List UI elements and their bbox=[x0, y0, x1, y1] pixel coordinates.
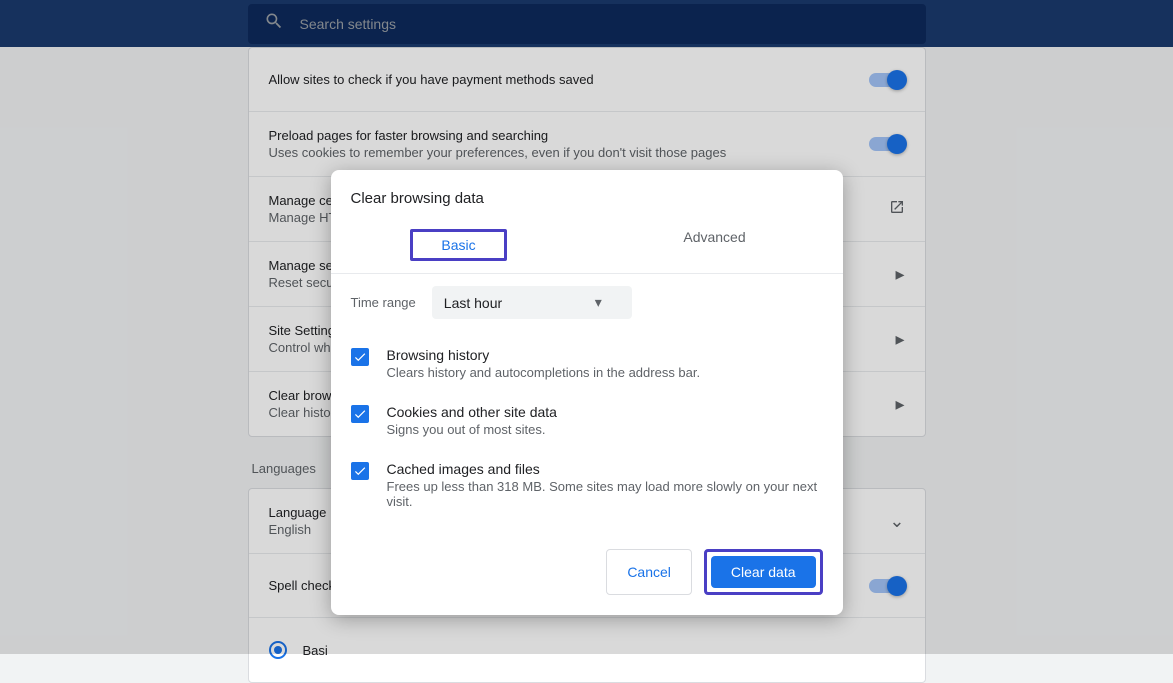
checkbox-history[interactable] bbox=[351, 348, 369, 366]
time-range-row: Time range Last hour ▾ bbox=[351, 286, 823, 319]
tab-basic-label: Basic bbox=[410, 229, 506, 261]
check-subtitle: Frees up less than 318 MB. Some sites ma… bbox=[387, 479, 823, 509]
dialog-body: Time range Last hour ▾ Browsing history … bbox=[331, 274, 843, 533]
clear-browsing-dialog: Clear browsing data Basic Advanced Time … bbox=[331, 170, 843, 615]
tab-basic[interactable]: Basic bbox=[331, 217, 587, 273]
time-range-value: Last hour bbox=[444, 295, 502, 311]
dialog-title: Clear browsing data bbox=[331, 170, 843, 217]
clear-data-button[interactable]: Clear data bbox=[711, 556, 816, 588]
checkbox-cookies[interactable] bbox=[351, 405, 369, 423]
checkbox-row-history: Browsing history Clears history and auto… bbox=[351, 335, 823, 392]
check-title: Browsing history bbox=[387, 347, 823, 363]
clear-data-highlight: Clear data bbox=[704, 549, 823, 595]
cancel-button[interactable]: Cancel bbox=[606, 549, 692, 595]
check-title: Cookies and other site data bbox=[387, 404, 823, 420]
time-range-label: Time range bbox=[351, 295, 416, 310]
checkbox-row-cache: Cached images and files Frees up less th… bbox=[351, 449, 823, 521]
modal-overlay: Clear browsing data Basic Advanced Time … bbox=[0, 0, 1173, 654]
time-range-select[interactable]: Last hour ▾ bbox=[432, 286, 632, 319]
check-subtitle: Signs you out of most sites. bbox=[387, 422, 823, 437]
checkbox-row-cookies: Cookies and other site data Signs you ou… bbox=[351, 392, 823, 449]
tab-advanced[interactable]: Advanced bbox=[587, 217, 843, 273]
dropdown-arrow-icon: ▾ bbox=[595, 294, 602, 311]
check-subtitle: Clears history and autocompletions in th… bbox=[387, 365, 823, 380]
checkbox-cache[interactable] bbox=[351, 462, 369, 480]
dialog-tabs: Basic Advanced bbox=[331, 217, 843, 274]
check-title: Cached images and files bbox=[387, 461, 823, 477]
dialog-actions: Cancel Clear data bbox=[331, 533, 843, 615]
